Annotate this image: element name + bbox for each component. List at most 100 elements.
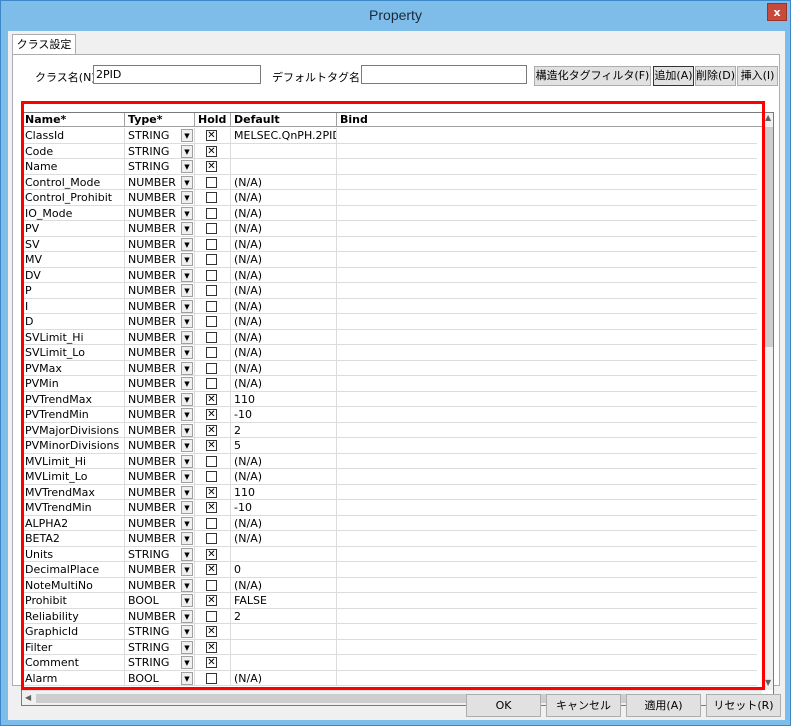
cell-default[interactable]: 110 (231, 484, 337, 500)
cell-bind[interactable] (337, 159, 757, 174)
cell-name[interactable]: MVTrendMin (22, 500, 125, 515)
cell-bind[interactable] (337, 330, 757, 345)
type-dropdown-icon[interactable]: ▼ (181, 222, 193, 235)
cell-name[interactable]: Code (22, 143, 125, 159)
cell-bind[interactable] (337, 268, 757, 283)
cell-default[interactable]: (N/A) (231, 329, 337, 345)
cell-bind[interactable] (337, 237, 757, 252)
header-hold[interactable]: Hold (195, 113, 231, 127)
cell-name[interactable]: ALPHA2 (22, 515, 125, 531)
table-row[interactable]: SV NUMBER ▼ (N/A) (22, 236, 757, 252)
type-dropdown-icon[interactable]: ▼ (181, 268, 193, 282)
table-row[interactable]: PVMax NUMBER ▼ (N/A) (22, 360, 757, 376)
cell-bind[interactable] (337, 206, 757, 221)
table-row[interactable]: I NUMBER ▼ (N/A) (22, 298, 757, 314)
cell-default[interactable]: (N/A) (231, 205, 337, 221)
cell-name[interactable]: Reliability (22, 608, 125, 624)
cell-default[interactable]: (N/A) (231, 174, 337, 190)
type-dropdown-icon[interactable]: ▼ (181, 392, 193, 406)
hold-checkbox[interactable]: ✕ (206, 626, 217, 637)
cell-name[interactable]: GraphicId (22, 624, 125, 639)
table-row[interactable]: SVLimit_Lo NUMBER ▼ (N/A) (22, 345, 757, 361)
cell-name[interactable]: Name (22, 159, 125, 174)
hold-checkbox[interactable] (206, 579, 217, 591)
cell-bind[interactable] (337, 609, 757, 624)
close-button[interactable]: x (767, 3, 787, 21)
table-row[interactable]: PVTrendMin NUMBER ▼ ✕ -10 (22, 407, 757, 423)
hold-checkbox[interactable] (206, 316, 217, 327)
hold-checkbox[interactable] (206, 207, 217, 219)
table-row[interactable]: PVMajorDivisions NUMBER ▼ ✕ 2 (22, 422, 757, 438)
hold-checkbox[interactable] (206, 455, 217, 467)
table-row[interactable]: PVMin NUMBER ▼ (N/A) (22, 376, 757, 392)
type-dropdown-icon[interactable]: ▼ (181, 609, 193, 623)
cell-default[interactable]: (N/A) (231, 453, 337, 469)
title-bar[interactable]: Property x (1, 1, 790, 31)
table-row[interactable]: PV NUMBER ▼ (N/A) (22, 221, 757, 237)
type-dropdown-icon[interactable]: ▼ (181, 532, 193, 545)
hold-checkbox[interactable]: ✕ (206, 161, 217, 172)
table-row[interactable]: DecimalPlace NUMBER ▼ ✕ 0 (22, 562, 757, 578)
table-row[interactable]: MVLimit_Lo NUMBER ▼ (N/A) (22, 469, 757, 485)
hold-checkbox[interactable] (206, 672, 217, 684)
cell-bind[interactable] (337, 128, 757, 143)
cell-bind[interactable] (337, 500, 757, 515)
cell-default[interactable] (231, 546, 337, 562)
cell-bind[interactable] (337, 640, 757, 655)
cell-name[interactable]: Comment (22, 655, 125, 670)
table-row[interactable]: IO_Mode NUMBER ▼ (N/A) (22, 205, 757, 221)
cell-default[interactable]: 2 (231, 422, 337, 438)
cell-bind[interactable] (337, 345, 757, 360)
cell-name[interactable]: MV (22, 252, 125, 267)
type-dropdown-icon[interactable]: ▼ (181, 470, 193, 483)
cell-name[interactable]: ClassId (22, 128, 125, 143)
cell-default[interactable]: 2 (231, 608, 337, 624)
cell-name[interactable]: SV (22, 236, 125, 252)
class-name-input[interactable] (93, 65, 261, 84)
table-row[interactable]: MV NUMBER ▼ (N/A) (22, 252, 757, 268)
default-tag-input[interactable] (361, 65, 527, 84)
hold-checkbox[interactable]: ✕ (206, 657, 217, 668)
cell-name[interactable]: P (22, 283, 125, 298)
cell-default[interactable]: (N/A) (231, 531, 337, 546)
cell-name[interactable]: SVLimit_Lo (22, 345, 125, 360)
header-name[interactable]: Name* (22, 113, 125, 127)
cancel-button[interactable]: キャンセル (546, 694, 621, 717)
cell-name[interactable]: PVTrendMin (22, 407, 125, 422)
cell-bind[interactable] (337, 469, 757, 484)
cell-bind[interactable] (337, 454, 757, 469)
cell-name[interactable]: NoteMultiNo (22, 577, 125, 593)
cell-bind[interactable] (337, 423, 757, 438)
add-button[interactable]: 追加(A) (653, 66, 694, 86)
cell-bind[interactable] (337, 392, 757, 407)
hold-checkbox[interactable]: ✕ (206, 393, 217, 405)
table-row[interactable]: Filter STRING ▼ ✕ (22, 639, 757, 655)
insert-button[interactable]: 挿入(I) (737, 66, 778, 86)
hold-checkbox[interactable] (206, 378, 217, 389)
cell-bind[interactable] (337, 547, 757, 562)
ok-button[interactable]: OK (466, 694, 541, 717)
structured-tag-filter-button[interactable]: 構造化タグフィルタ(F) (534, 66, 651, 86)
table-row[interactable]: DV NUMBER ▼ (N/A) (22, 267, 757, 283)
table-row[interactable]: Reliability NUMBER ▼ 2 (22, 608, 757, 624)
hold-checkbox[interactable] (206, 254, 217, 265)
cell-default[interactable]: -10 (231, 500, 337, 515)
cell-name[interactable]: MVTrendMax (22, 484, 125, 500)
hold-checkbox[interactable]: ✕ (206, 641, 217, 653)
table-row[interactable]: D NUMBER ▼ (N/A) (22, 314, 757, 330)
cell-default[interactable]: 0 (231, 562, 337, 577)
cell-bind[interactable] (337, 655, 757, 670)
cell-default[interactable]: (N/A) (231, 345, 337, 360)
hold-checkbox[interactable] (206, 362, 217, 374)
table-row[interactable]: Name STRING ▼ ✕ (22, 159, 757, 175)
type-dropdown-icon[interactable]: ▼ (181, 144, 193, 158)
type-dropdown-icon[interactable]: ▼ (181, 206, 193, 220)
cell-name[interactable]: Filter (22, 639, 125, 655)
cell-default[interactable]: MELSEC.QnPH.2PID (231, 128, 337, 143)
cell-name[interactable]: Alarm (22, 670, 125, 686)
cell-default[interactable] (231, 624, 337, 639)
cell-default[interactable]: 5 (231, 438, 337, 453)
cell-name[interactable]: DecimalPlace (22, 562, 125, 577)
cell-bind[interactable] (337, 671, 757, 686)
type-dropdown-icon[interactable]: ▼ (181, 160, 193, 173)
